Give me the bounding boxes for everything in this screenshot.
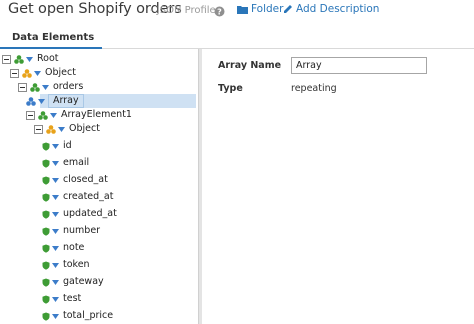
field-icon [42,227,52,236]
tree-node-root[interactable]: Root [2,52,60,66]
tree-node-label: email [63,157,90,168]
type-label: Type [218,83,243,94]
field-icon [42,278,52,287]
tree-node-created-at[interactable]: created_at [42,190,114,204]
collapse-toggle-icon[interactable] [18,82,27,92]
tree-node-arrayelement1[interactable]: ArrayElement1 [26,108,133,122]
tree-node-object[interactable]: Object [34,122,101,136]
tree-node-label: total_price [63,310,114,321]
tree-node-number[interactable]: number [42,224,101,238]
field-icon [42,261,52,270]
expand-arrow-icon [42,84,52,90]
tree-node-label: ArrayElement1 [61,109,132,120]
folder-link[interactable]: Folder [237,3,283,15]
expand-arrow-icon [38,98,48,104]
field-icon [42,312,52,321]
tree-node-label: test [63,293,82,304]
expand-arrow-icon [26,56,36,62]
field-icon [42,244,52,253]
expand-arrow-icon [52,194,62,200]
expand-arrow-icon [52,279,62,285]
array-name-input[interactable] [291,57,427,74]
expand-arrow-icon [52,262,62,268]
tree-node-label: token [63,259,90,270]
svg-text:?: ? [217,7,222,16]
field-icon [42,193,52,202]
type-value: repeating [291,83,337,94]
page-header: Get open Shopify orders - JSON Profile ?… [0,0,474,28]
tree-node-label: note [63,242,85,253]
tree-node-closed-at[interactable]: closed_at [42,173,109,187]
page-subtitle: - JSON Profile [150,5,216,16]
expand-arrow-icon [34,70,44,76]
details-panel: Array Name Type repeating [202,49,474,324]
expand-arrow-icon [52,245,62,251]
tree-node-note[interactable]: note [42,241,85,255]
tree-node-label: Object [69,123,100,134]
tree-node-gateway[interactable]: gateway [42,275,105,289]
expand-arrow-icon [58,126,68,132]
field-icon [42,159,52,168]
tree-node-label: closed_at [63,174,108,185]
tree-node-label: orders [53,81,84,92]
field-icon [42,142,52,151]
tree-node-id[interactable]: id [42,139,73,153]
expand-arrow-icon [50,112,60,118]
array-name-label: Array Name [218,60,282,71]
tree-node-label: created_at [63,191,114,202]
tree-node-email[interactable]: email [42,156,90,170]
expand-arrow-icon [52,228,62,234]
tree-node-object[interactable]: Object [10,66,77,80]
add-description-link[interactable]: Add Description [283,3,379,15]
folder-label: Folder [251,3,284,15]
tree-node-test[interactable]: test [42,292,82,306]
element-group-icon [38,110,50,120]
field-icon [42,295,52,304]
expand-arrow-icon [52,177,62,183]
tree-node-label: number [63,225,101,236]
expand-arrow-icon [52,211,62,217]
tree-node-label: gateway [63,276,104,287]
expand-arrow-icon [52,296,62,302]
object-icon [22,68,34,78]
expand-arrow-icon [52,313,62,319]
element-group-icon [14,54,26,64]
tree-node-total-price[interactable]: total_price [42,309,114,323]
tab-data-elements[interactable]: Data Elements [0,31,103,49]
folder-icon [237,5,248,14]
collapse-toggle-icon[interactable] [34,124,43,134]
tree-node-updated-at[interactable]: updated_at [42,207,118,221]
tree-node-label: Object [45,67,76,78]
collapse-toggle-icon[interactable] [2,54,11,64]
tree-node-label: updated_at [63,208,117,219]
tree-node-token[interactable]: token [42,258,91,272]
object-icon [46,124,58,134]
tree-node-label: id [63,140,72,151]
tree-node-label: Root [37,53,59,64]
pencil-icon [284,5,292,13]
field-icon [42,210,52,219]
tree-node-label: Array [48,94,84,108]
help-icon[interactable]: ? [214,6,225,17]
field-icon [42,176,52,185]
tree-node-array[interactable]: Array [26,94,84,108]
add-description-label: Add Description [296,3,380,15]
collapse-toggle-icon[interactable] [26,110,35,120]
tree-panel: Root Object orders Array ArrayElement1 Object… [0,49,198,324]
tree-node-orders[interactable]: orders [18,80,84,94]
expand-arrow-icon [52,160,62,166]
tab-bar: Data Elements [0,31,474,49]
array-icon [26,96,38,106]
expand-arrow-icon [52,143,62,149]
element-group-icon [30,82,42,92]
collapse-toggle-icon[interactable] [10,68,19,78]
